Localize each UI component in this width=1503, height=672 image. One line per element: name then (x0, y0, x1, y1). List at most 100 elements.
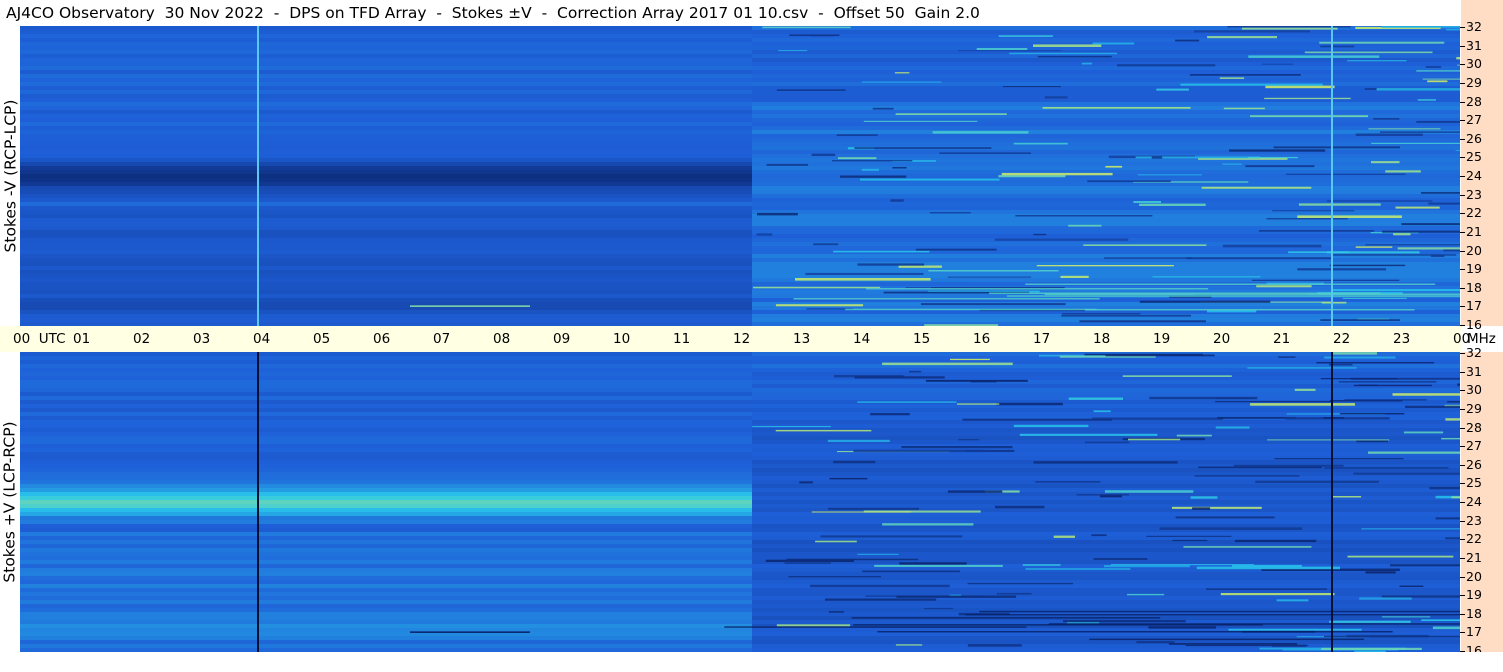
interference-streak (1316, 362, 1435, 364)
spectrogram-row (20, 352, 752, 357)
spectrogram-row (752, 444, 1460, 449)
spectrogram-row (20, 384, 752, 389)
time-tick-label: 20 (1213, 331, 1231, 347)
spectrogram-row (20, 400, 752, 405)
vertical-artifact-line (1331, 352, 1333, 652)
spectrogram-row (752, 150, 1460, 155)
spectrogram-row (20, 78, 752, 83)
spectrogram-row (20, 150, 752, 155)
interference-streak (1339, 413, 1405, 415)
spectrogram-row (20, 194, 752, 199)
interference-streak (1222, 163, 1242, 165)
interference-streak (1068, 224, 1102, 227)
spectrogram-row (20, 504, 752, 509)
spectrogram-row (20, 552, 752, 557)
freq-tick-label: 28 (1466, 93, 1482, 109)
spectrogram-row (20, 388, 752, 393)
interference-streak (757, 212, 798, 216)
spectrogram-row (752, 78, 1460, 83)
interference-streak (1428, 202, 1460, 205)
interference-streak (1365, 571, 1396, 574)
vertical-artifact-line (1331, 26, 1333, 326)
interference-streak (778, 50, 808, 52)
interference-streak (832, 160, 913, 162)
spectrogram-row (20, 548, 752, 553)
spectrogram-row (20, 512, 752, 517)
interference-streak (989, 292, 1381, 294)
interference-streak (895, 113, 1007, 115)
interference-streak (833, 250, 930, 253)
spectrogram-row (20, 580, 752, 585)
interference-streak (898, 265, 942, 268)
interference-streak (1258, 230, 1374, 232)
interference-streak (895, 644, 923, 646)
interference-streak (1053, 535, 1075, 538)
interference-streak (1033, 44, 1102, 47)
spectrogram-row (752, 548, 1460, 553)
interference-streak (766, 163, 809, 166)
spectrogram-row (20, 258, 752, 263)
freq-tick (1460, 390, 1465, 392)
freq-tick (1460, 325, 1465, 326)
spectrogram-row (20, 528, 752, 533)
freq-tick (1460, 45, 1465, 47)
interference-streak (1022, 564, 1061, 566)
spectrogram-row (752, 572, 1460, 577)
interference-streak (1355, 133, 1423, 136)
interference-streak (1137, 174, 1202, 176)
top-panel-y-label: Stokes -V (RCP-LCP) (1, 26, 19, 326)
bottom-panel-y-label: Stokes +V (LCP-RCP) (1, 352, 19, 652)
interference-streak (1344, 399, 1427, 401)
interference-streak (1425, 66, 1442, 68)
interference-streak (1272, 644, 1306, 647)
interference-streak (1001, 172, 1113, 176)
top-spectrogram (20, 26, 1460, 326)
time-tick-label: 23 (1393, 331, 1411, 347)
interference-streak (1427, 80, 1448, 83)
interference-streak (1416, 70, 1460, 72)
interference-streak (1373, 118, 1400, 120)
freq-tick (1460, 427, 1465, 429)
spectrogram-row (20, 592, 752, 597)
interference-streak (1332, 254, 1457, 256)
interference-streak (1048, 623, 1460, 625)
spectrogram-row (20, 30, 752, 35)
spectrogram-row (20, 214, 752, 219)
interference-streak (1215, 401, 1334, 403)
interference-streak (1089, 638, 1365, 641)
interference-streak (1380, 131, 1460, 133)
spectrogram-row (20, 34, 752, 39)
interference-streak (1127, 593, 1165, 596)
time-tick-label: 04 (253, 331, 271, 347)
spectrogram-row (20, 476, 752, 481)
spectrogram-row (20, 604, 752, 609)
interference-streak (1194, 475, 1300, 477)
spectrogram-row (752, 226, 1460, 231)
spectrogram-row (20, 620, 752, 625)
interference-streak (979, 610, 1460, 613)
spectrogram-row (20, 464, 752, 469)
freq-tick (1460, 502, 1465, 503)
spectrogram-row (20, 290, 752, 295)
interference-streak (1390, 564, 1460, 567)
spectrogram-row (20, 624, 752, 629)
interference-streak (882, 523, 974, 526)
interference-streak (870, 413, 910, 416)
spectrogram-row (752, 118, 1460, 123)
spectrogram-row (20, 110, 752, 115)
spectrogram-row (20, 58, 752, 63)
interference-streak (1416, 120, 1460, 123)
interference-streak (838, 157, 877, 160)
interference-streak (894, 72, 910, 74)
interference-streak (1198, 466, 1322, 469)
interference-streak (1152, 276, 1261, 278)
freq-tick (1460, 120, 1465, 122)
spectrogram-row (20, 90, 752, 95)
freq-tick (1460, 353, 1465, 354)
spectrogram-row (20, 206, 752, 211)
spectrogram-row (752, 206, 1460, 211)
interference-streak (793, 298, 1100, 300)
spectrogram-row (20, 484, 752, 489)
interference-streak (1189, 74, 1301, 76)
spectrogram-row (20, 82, 752, 87)
